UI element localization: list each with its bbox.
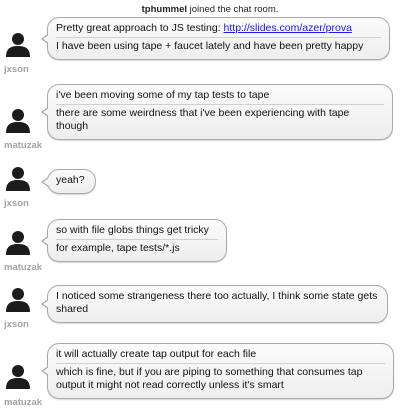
system-message: tphummel joined the chat room.	[0, 4, 420, 15]
message-bubble: so with file globs things get tricky for…	[41, 219, 227, 262]
avatar-icon[interactable]	[5, 363, 31, 389]
message-line: i've been moving some of my tap tests to…	[56, 88, 384, 104]
avatar-icon[interactable]	[5, 107, 31, 133]
message-bubble: Pretty great approach to JS testing: htt…	[41, 17, 390, 60]
username[interactable]: jxson	[4, 64, 29, 75]
message-text: which is fine, but if you are piping to …	[56, 366, 363, 391]
message-line: there are some weirdness that i've been …	[56, 104, 384, 135]
message-line: for example, tape tests/*.js	[56, 239, 218, 257]
username[interactable]: jxson	[4, 198, 29, 209]
message-line: so with file globs things get tricky	[56, 223, 218, 239]
message-text: I have been using tape + faucet lately a…	[56, 40, 364, 52]
message-text: so with file globs things get tricky	[56, 224, 209, 236]
avatar-icon[interactable]	[5, 286, 31, 312]
username[interactable]: matuzak	[4, 397, 42, 408]
avatar-icon[interactable]	[5, 165, 31, 191]
avatar-icon[interactable]	[5, 229, 31, 255]
message-line: which is fine, but if you are piping to …	[56, 363, 385, 394]
message-line: it will actually create tap output for e…	[56, 347, 385, 363]
message-link[interactable]: http://slides.com/azer/prova	[224, 22, 352, 34]
message-text: i've been moving some of my tap tests to…	[56, 89, 270, 101]
message-line: I have been using tape + faucet lately a…	[56, 37, 381, 55]
username[interactable]: jxson	[4, 319, 29, 330]
message-bubble: yeah?	[41, 169, 96, 194]
message-bubble: I noticed some strangeness there too act…	[41, 285, 388, 323]
system-text: joined the chat room.	[187, 4, 279, 15]
message-text: I noticed some strangeness there too act…	[56, 290, 378, 315]
message-line: I noticed some strangeness there too act…	[56, 289, 379, 318]
message-text: yeah?	[56, 174, 85, 186]
message-text: for example, tape tests/*.js	[56, 242, 180, 254]
username[interactable]: matuzak	[4, 262, 42, 273]
message-bubble: it will actually create tap output for e…	[41, 343, 394, 399]
username[interactable]: matuzak	[4, 140, 42, 151]
message-text: it will actually create tap output for e…	[56, 348, 257, 360]
message-line: Pretty great approach to JS testing: htt…	[56, 21, 381, 37]
avatar-icon[interactable]	[5, 31, 31, 57]
message-line: yeah?	[56, 173, 87, 189]
message-text: there are some weirdness that i've been …	[56, 107, 350, 132]
system-user: tphummel	[141, 4, 188, 15]
message-bubble: i've been moving some of my tap tests to…	[41, 84, 393, 140]
message-text: Pretty great approach to JS testing:	[56, 22, 224, 34]
